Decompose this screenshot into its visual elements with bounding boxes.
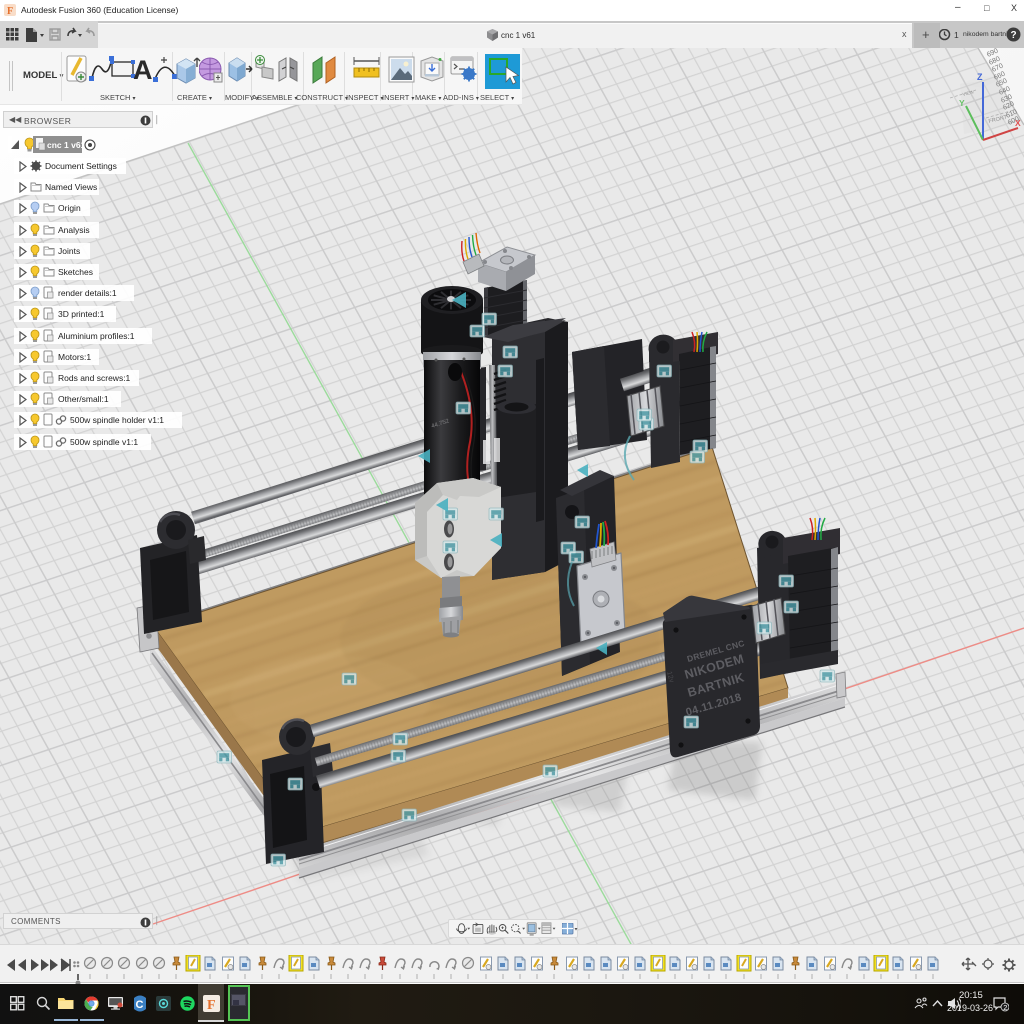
svg-text:F: F (207, 998, 216, 1012)
svg-text:F: F (7, 6, 13, 16)
svg-text:Y: Y (959, 98, 965, 108)
svg-text:X: X (1015, 118, 1021, 128)
svg-text:A: A (133, 55, 153, 85)
svg-text:2: 2 (1003, 1003, 1007, 1012)
svg-text:C: C (136, 999, 144, 1011)
svg-text:?: ? (1011, 30, 1017, 41)
svg-text:Z: Z (977, 72, 983, 82)
